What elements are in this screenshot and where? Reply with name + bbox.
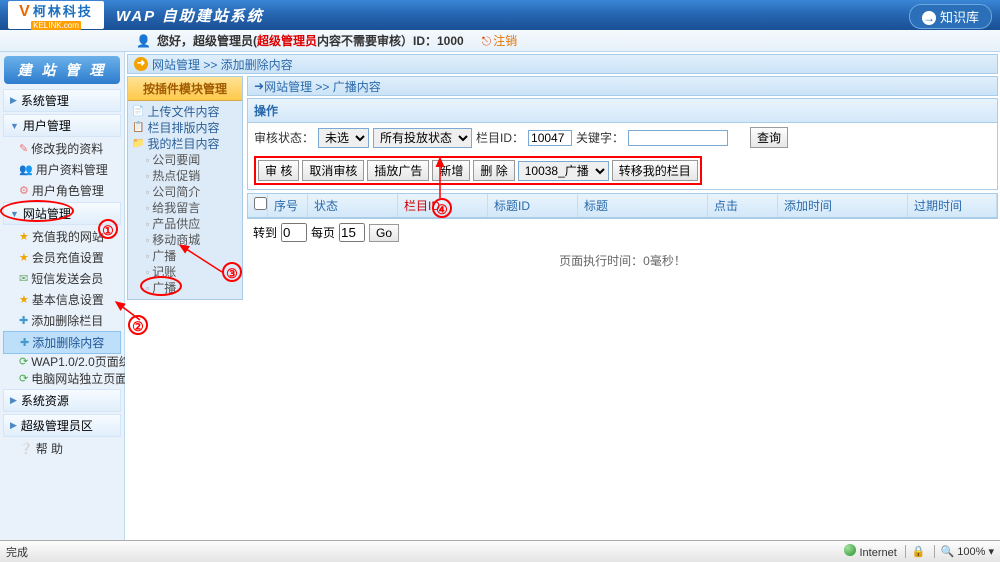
- tree-broadcast[interactable]: ▫广播: [132, 248, 238, 264]
- lbl-goto: 转到: [253, 224, 277, 241]
- status-bar: 完成 Internet 🔒 🔍 100% ▾: [0, 540, 1000, 562]
- nav-basic-info[interactable]: ★基本信息设置: [3, 289, 121, 310]
- tree-accounting[interactable]: ▫记账: [132, 264, 238, 280]
- go-button[interactable]: Go: [369, 224, 399, 242]
- nav-help[interactable]: ❔帮 助: [3, 438, 121, 459]
- logout-link[interactable]: 注销: [482, 32, 518, 49]
- delete-button[interactable]: 删 除: [473, 160, 514, 181]
- audit-button[interactable]: 审 核: [258, 160, 299, 181]
- add-button[interactable]: 新增: [432, 160, 470, 181]
- knowledge-base-button[interactable]: →知识库: [909, 4, 992, 29]
- status-zone: Internet: [860, 547, 897, 559]
- lbl-perpage: 每页: [311, 224, 335, 241]
- select-audit-status[interactable]: 未选: [318, 128, 369, 148]
- globe-icon: [844, 544, 856, 556]
- nav-user-role[interactable]: ⚙用户角色管理: [3, 180, 121, 201]
- nav-wap-layout[interactable]: ⟳WAP1.0/2.0页面综合排版: [3, 354, 121, 371]
- tree-hot-promo[interactable]: ▫热点促销: [132, 168, 238, 184]
- tree-upload[interactable]: 📄上传文件内容: [132, 104, 238, 120]
- input-keyword[interactable]: [628, 130, 728, 146]
- data-grid: 序号 状态 栏目ID 标题ID 标题 点击 添加时间 过期时间: [247, 193, 998, 219]
- input-goto[interactable]: [281, 223, 307, 242]
- group-system[interactable]: ▶系统管理: [3, 89, 121, 112]
- input-column-id[interactable]: [528, 130, 572, 146]
- input-perpage[interactable]: [339, 223, 365, 242]
- pager: 转到 每页 Go: [247, 219, 998, 246]
- lbl-audit-status: 审核状态：: [254, 129, 314, 146]
- lbl-keyword: 关键字：: [576, 129, 624, 146]
- user-icon: 👤: [136, 34, 151, 48]
- zoom-control[interactable]: 🔍 100% ▾: [934, 545, 994, 558]
- breadcrumb-sub: ➜网站管理 >> 广播内容: [247, 76, 998, 96]
- tree-layout[interactable]: 📋栏目排版内容: [132, 120, 238, 136]
- ops-header: 操作: [248, 99, 997, 123]
- grid-header: 序号 状态 栏目ID 标题ID 标题 点击 添加时间 过期时间: [248, 194, 997, 218]
- nav-member-recharge[interactable]: ★会员充值设置: [3, 247, 121, 268]
- group-admin[interactable]: ▶超级管理员区: [3, 414, 121, 437]
- group-users[interactable]: ▼用户管理: [3, 114, 121, 137]
- nav-add-del-content[interactable]: ✚添加删除内容: [3, 331, 121, 354]
- tree-mycolumns[interactable]: 📁我的栏目内容: [132, 136, 238, 152]
- col-addtime[interactable]: 添加时间: [778, 194, 908, 217]
- action-buttons-group: 审 核 取消审核 插放广告 新增 删 除 10038_广播 转移我的栏目: [254, 156, 702, 185]
- select-put-status[interactable]: 所有投放状态: [373, 128, 472, 148]
- nav-pc-layout[interactable]: ⟳电脑网站独立页面综合排版: [3, 371, 121, 388]
- sidebar: 建 站 管 理 ▶系统管理 ▼用户管理 ✎修改我的资料 👥用户资料管理 ⚙用户角…: [0, 52, 125, 540]
- col-exptime[interactable]: 过期时间: [908, 194, 997, 217]
- select-target-column[interactable]: 10038_广播: [518, 161, 609, 181]
- logo: V柯林科技 KELINK.com: [8, 1, 104, 29]
- query-button[interactable]: 查询: [750, 127, 788, 148]
- group-resources[interactable]: ▶系统资源: [3, 389, 121, 412]
- status-done: 完成: [6, 544, 28, 560]
- main: ➜网站管理 >> 添加删除内容 按插件模块管理 📄上传文件内容 📋栏目排版内容 …: [125, 52, 1000, 540]
- tree-company-news[interactable]: ▫公司要闻: [132, 152, 238, 168]
- tree-guestbook[interactable]: ▫给我留言: [132, 200, 238, 216]
- tree-products[interactable]: ▫产品供应: [132, 216, 238, 232]
- insert-ad-button[interactable]: 插放广告: [367, 160, 429, 181]
- nav-sms-member[interactable]: ✉短信发送会员: [3, 268, 121, 289]
- nav-modify-profile[interactable]: ✎修改我的资料: [3, 138, 121, 159]
- exec-time: 页面执行时间：0毫秒！: [247, 246, 998, 275]
- user-bar: 👤 您好，超级管理员(超级管理员 内容不需要审核）ID：1000 注销: [0, 30, 1000, 52]
- breadcrumb-main: ➜网站管理 >> 添加删除内容: [127, 54, 998, 74]
- cancel-audit-button[interactable]: 取消审核: [302, 160, 364, 181]
- nav-recharge-site[interactable]: ★充值我的网站: [3, 226, 121, 247]
- col-columnid[interactable]: 栏目ID: [398, 194, 488, 217]
- tree-panel: 按插件模块管理 📄上传文件内容 📋栏目排版内容 📁我的栏目内容 ▫公司要闻 ▫热…: [127, 76, 243, 300]
- col-click[interactable]: 点击: [708, 194, 778, 217]
- col-seq[interactable]: 序号: [268, 194, 308, 217]
- nav-user-data[interactable]: 👥用户资料管理: [3, 159, 121, 180]
- check-all[interactable]: [254, 197, 267, 210]
- tree-header: 按插件模块管理: [128, 77, 242, 101]
- sidebar-banner: 建 站 管 理: [4, 56, 120, 84]
- tree-broadcast-2[interactable]: ▫广播: [132, 280, 238, 296]
- top-bar: V柯林科技 KELINK.com WAP 自助建站系统 →知识库: [0, 0, 1000, 30]
- operations-box: 操作 审核状态： 未选 所有投放状态 栏目ID： 关键字： 查询: [247, 98, 998, 190]
- lbl-column-id: 栏目ID：: [476, 129, 524, 146]
- tree-mobile-mall[interactable]: ▫移动商城: [132, 232, 238, 248]
- col-title[interactable]: 标题: [578, 194, 708, 217]
- tree-company-intro[interactable]: ▫公司简介: [132, 184, 238, 200]
- app-title: WAP 自助建站系统: [116, 5, 264, 26]
- group-site[interactable]: ▼网站管理: [3, 202, 121, 225]
- nav-add-del-column[interactable]: ✚添加删除栏目: [3, 310, 121, 331]
- col-titleid[interactable]: 标题ID: [488, 194, 578, 217]
- move-column-button[interactable]: 转移我的栏目: [612, 160, 698, 181]
- col-state[interactable]: 状态: [308, 194, 398, 217]
